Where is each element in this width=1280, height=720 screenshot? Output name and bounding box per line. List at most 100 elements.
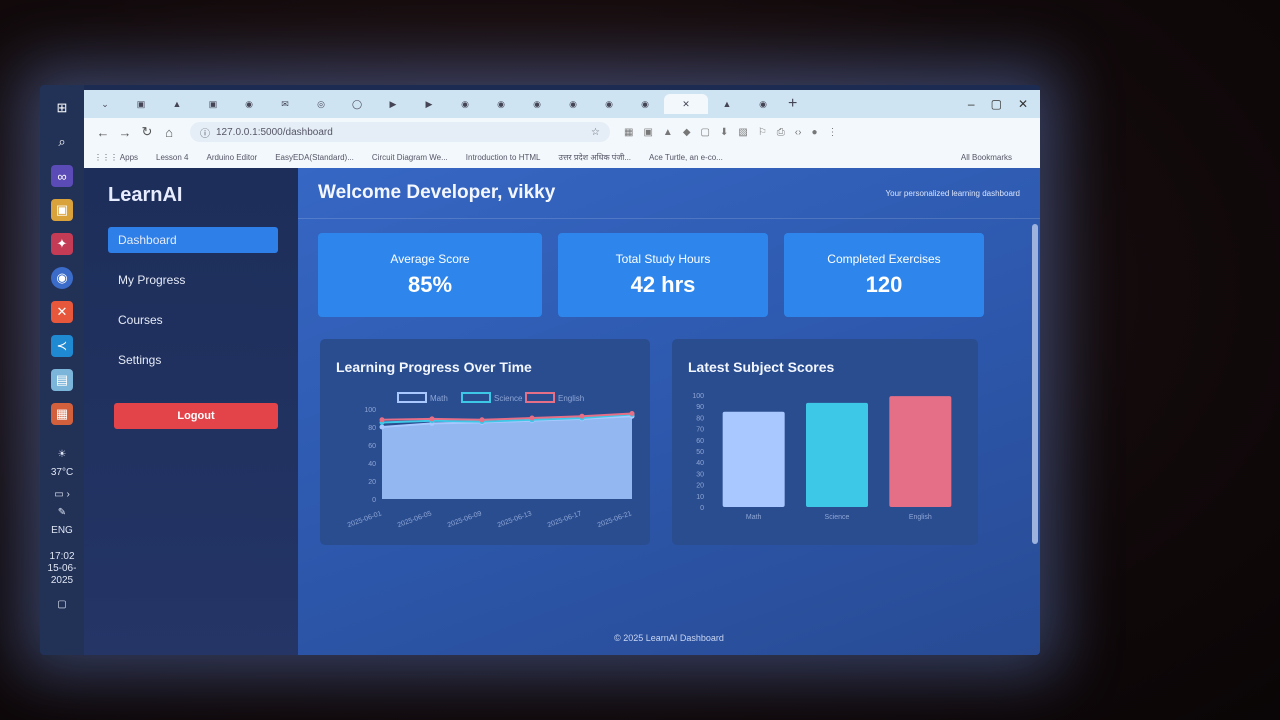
browser-tab[interactable]: ▣ [196,94,230,114]
bookmark-item[interactable]: Circuit Diagram We... [372,153,448,162]
battery-icon[interactable]: ▭ › [54,489,70,501]
legend-label: English [558,394,584,403]
xampp-icon[interactable]: ✕ [51,301,73,323]
apps-grid-icon[interactable]: ⋮⋮⋮ Apps [94,153,138,162]
stat-label: Total Study Hours [615,252,711,266]
x-tick-label: 2025-06-13 [497,510,533,529]
bookmark-item[interactable]: All Bookmarks [961,153,1012,162]
browser-tab[interactable]: ▲ [160,94,194,114]
app-icon[interactable]: ✦ [51,233,73,255]
visual-studio-icon[interactable]: ∞ [51,165,73,187]
legend-label: Science [494,394,523,403]
scrollbar[interactable] [1032,224,1038,544]
browser-tab[interactable]: ◉ [556,94,590,114]
search-icon[interactable]: ⌕ [51,131,73,153]
bookmark-item[interactable]: Ace Turtle, an e-co... [649,153,723,162]
notes-icon[interactable]: ▤ [51,369,73,391]
language-indicator[interactable]: ENG [51,525,73,537]
scores-bar-chart: 0 10 20 30 40 50 60 70 80 90 100 Math Science English [692,393,952,521]
bookmark-item[interactable]: Lesson 4 [156,153,188,162]
reload-icon[interactable]: ↻ [136,124,158,140]
y-tick-label: 80 [368,425,376,432]
extension-icon[interactable]: ▦ [624,127,633,138]
bookmarks-bar: ⋮⋮⋮ Apps Lesson 4 Arduino Editor EasyEDA… [84,146,1040,169]
sidebar-item-my-progress[interactable]: My Progress [108,267,278,293]
data-point [429,416,435,422]
url-field[interactable]: ⓘ 127.0.0.1:5000/dashboard ☆ [190,122,610,142]
progress-chart-panel: Learning Progress Over Time Math Science E… [320,339,650,545]
bookmark-item[interactable]: उत्तर प्रदेश अधिक पंजी... [558,152,631,163]
extension-icon[interactable]: ⚐ [758,127,767,138]
y-tick-label: 90 [696,404,704,411]
sidebar-item-dashboard[interactable]: Dashboard [108,227,278,253]
bookmark-item[interactable]: Introduction to HTML [466,153,541,162]
vscode-icon[interactable]: ≺ [51,335,73,357]
browser-tab[interactable]: ✉ [268,94,302,114]
y-tick-label: 100 [364,407,376,414]
download-icon[interactable]: ⬇ [720,127,728,138]
x-tick-label: 2025-06-05 [397,510,433,529]
bookmark-item[interactable]: Arduino Editor [206,153,257,162]
browser-tab[interactable]: ◉ [484,94,518,114]
chrome-icon[interactable]: ◉ [51,267,73,289]
tab-list-icon[interactable]: ⌄ [88,94,122,114]
menu-icon[interactable]: ⋮ [828,127,838,138]
profile-avatar[interactable]: ● [811,127,817,138]
files-icon[interactable]: ▣ [51,199,73,221]
data-point [379,424,385,430]
stat-card-completed-exercises: Completed Exercises 120 [784,233,984,317]
logout-button[interactable]: Logout [114,403,278,429]
windows-start-icon[interactable]: ⊞ [51,97,73,119]
x-tick-label: 2025-06-09 [447,510,483,529]
browser-tab[interactable]: ◉ [628,94,662,114]
extension-icon[interactable]: ◆ [683,127,691,138]
bookmark-item[interactable]: EasyEDA(Standard)... [275,153,354,162]
browser-tab[interactable]: ◎ [304,94,338,114]
browser-tab[interactable]: ▣ [124,94,158,114]
browser-window: ⌄ ▣ ▲ ▣ ◉ ✉ ◎ ◯ ▶ ▶ ◉ ◉ ◉ ◉ ◉ ◉ ✕ ▲ ◉ + … [84,90,1040,655]
forward-icon[interactable]: → [114,125,136,140]
home-icon[interactable]: ⌂ [158,125,180,140]
back-icon[interactable]: ← [92,125,114,140]
gallery-icon[interactable]: ▦ [51,403,73,425]
browser-tab[interactable]: ◉ [520,94,554,114]
bookmark-apps: Apps [119,152,139,162]
extension-icon[interactable]: ▧ [738,127,747,138]
app-logo[interactable]: LearnAI [84,184,298,207]
new-tab-icon[interactable]: + [788,95,797,113]
pen-icon[interactable]: ✎ [58,507,66,519]
browser-tab[interactable]: ◉ [232,94,266,114]
y-tick-label: 60 [368,443,376,450]
maximize-icon[interactable]: ▢ [991,97,1002,111]
close-icon[interactable]: ✕ [1018,97,1028,111]
devtools-icon[interactable]: ‹› [795,127,802,138]
data-point [629,411,635,416]
extension-icon[interactable]: ▣ [643,127,652,138]
browser-tab-active[interactable]: ✕ [664,94,708,114]
notification-icon[interactable]: ▢ [57,599,66,611]
dashboard-app: LearnAI Dashboard My Progress Courses Se… [84,168,1040,655]
legend-label: Math [430,394,448,403]
browser-tab[interactable]: ◉ [592,94,626,114]
browser-tab[interactable]: ◉ [746,94,780,114]
bookmark-star-icon[interactable]: ☆ [591,127,600,138]
address-bar-row: ← → ↻ ⌂ ⓘ 127.0.0.1:5000/dashboard ☆ ▦ ▣… [84,118,1040,146]
minimize-icon[interactable]: – [968,97,975,111]
browser-tab[interactable]: ◉ [448,94,482,114]
page-header: Welcome Developer, vikky Your personaliz… [298,168,1040,219]
browser-tab[interactable]: ▶ [412,94,446,114]
site-info-icon[interactable]: ⓘ [200,125,210,140]
extension-icon[interactable]: ▢ [701,127,710,138]
y-tick-label: 40 [696,460,704,467]
browser-tab[interactable]: ▲ [710,94,744,114]
browser-tab[interactable]: ▶ [376,94,410,114]
browser-tab[interactable]: ◯ [340,94,374,114]
weather-icon[interactable]: ☀ [58,449,67,461]
url-text: 127.0.0.1:5000/dashboard [216,126,333,138]
sidebar-item-courses[interactable]: Courses [108,307,278,333]
print-icon[interactable]: ⎙ [777,127,785,138]
y-tick-label: 80 [696,415,704,422]
chart-panels: Learning Progress Over Time Math Science E… [298,317,1040,545]
sidebar-item-settings[interactable]: Settings [108,347,278,373]
extension-icon[interactable]: ▲ [663,127,673,138]
